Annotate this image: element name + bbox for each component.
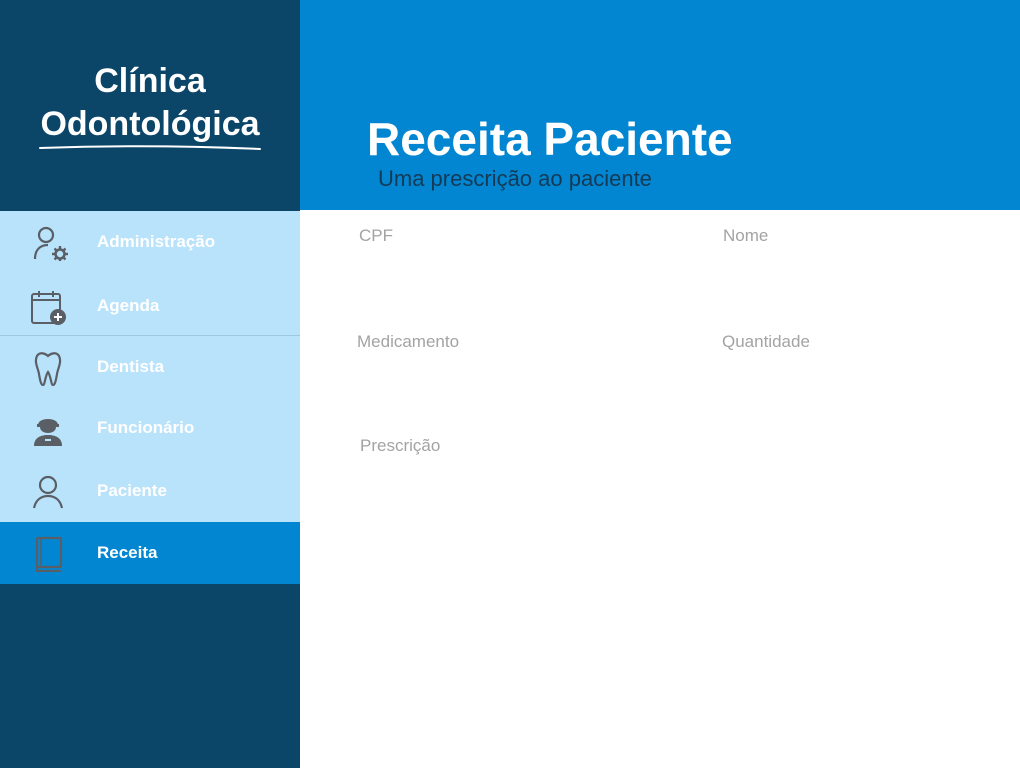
sidebar-item-label: Funcionário bbox=[97, 418, 195, 437]
sidebar-item-label: Receita bbox=[97, 543, 158, 562]
tooth-icon bbox=[28, 350, 68, 387]
quantidade-field[interactable]: Quantidade bbox=[722, 332, 1002, 376]
sidebar-item-dentista[interactable]: Dentista bbox=[0, 336, 300, 398]
page-header: Receita Paciente Uma prescrição ao pacie… bbox=[300, 0, 1020, 210]
sidebar-item-label: Dentista bbox=[97, 357, 165, 376]
nome-field[interactable]: Nome bbox=[723, 226, 1003, 270]
brand: Clínica Odontológica bbox=[0, 0, 300, 211]
medicamento-label: Medicamento bbox=[357, 332, 460, 351]
nome-label: Nome bbox=[723, 226, 769, 245]
sidebar-item-receita[interactable]: Receita bbox=[0, 522, 300, 584]
quantidade-label: Quantidade bbox=[722, 332, 810, 351]
patient-user-icon bbox=[28, 474, 68, 510]
sidebar-item-label: Administração bbox=[97, 232, 216, 251]
page-title: Receita Paciente bbox=[367, 113, 733, 165]
calendar-add-icon bbox=[28, 289, 68, 325]
nome-input[interactable] bbox=[723, 252, 1003, 270]
prescricao-label: Prescrição bbox=[360, 436, 441, 455]
quantidade-input[interactable] bbox=[722, 358, 1002, 376]
prescription-book-icon bbox=[28, 536, 68, 573]
brand-title-line2: Odontológica bbox=[40, 105, 260, 143]
sidebar-item-label: Paciente bbox=[97, 481, 167, 500]
cpf-field[interactable]: CPF bbox=[359, 226, 679, 270]
prescricao-textarea[interactable] bbox=[360, 462, 980, 552]
brand-underline bbox=[39, 145, 261, 150]
sidebar-item-paciente[interactable]: Paciente bbox=[0, 460, 300, 522]
sidebar-item-administracao[interactable]: Administração bbox=[0, 211, 300, 273]
medicamento-field[interactable]: Medicamento bbox=[357, 332, 677, 376]
admin-user-gear-icon bbox=[28, 225, 68, 262]
sidebar: Clínica Odontológica Administração Agend… bbox=[0, 0, 300, 768]
sidebar-menu: Administração Agenda Dentista Funcionári… bbox=[0, 211, 300, 584]
brand-title-line1: Clínica bbox=[94, 62, 206, 100]
sidebar-item-funcionario[interactable]: Funcionário bbox=[0, 397, 300, 459]
cpf-input[interactable] bbox=[359, 252, 679, 270]
medicamento-input[interactable] bbox=[357, 358, 677, 376]
cpf-label: CPF bbox=[359, 226, 393, 245]
page-subtitle: Uma prescrição ao paciente bbox=[378, 166, 652, 191]
sidebar-item-label: Agenda bbox=[97, 296, 160, 315]
sidebar-item-agenda[interactable]: Agenda bbox=[0, 275, 300, 337]
employee-icon bbox=[28, 411, 68, 447]
prescricao-field[interactable]: Prescrição bbox=[360, 436, 980, 552]
brand-title: Clínica Odontológica bbox=[0, 60, 300, 146]
